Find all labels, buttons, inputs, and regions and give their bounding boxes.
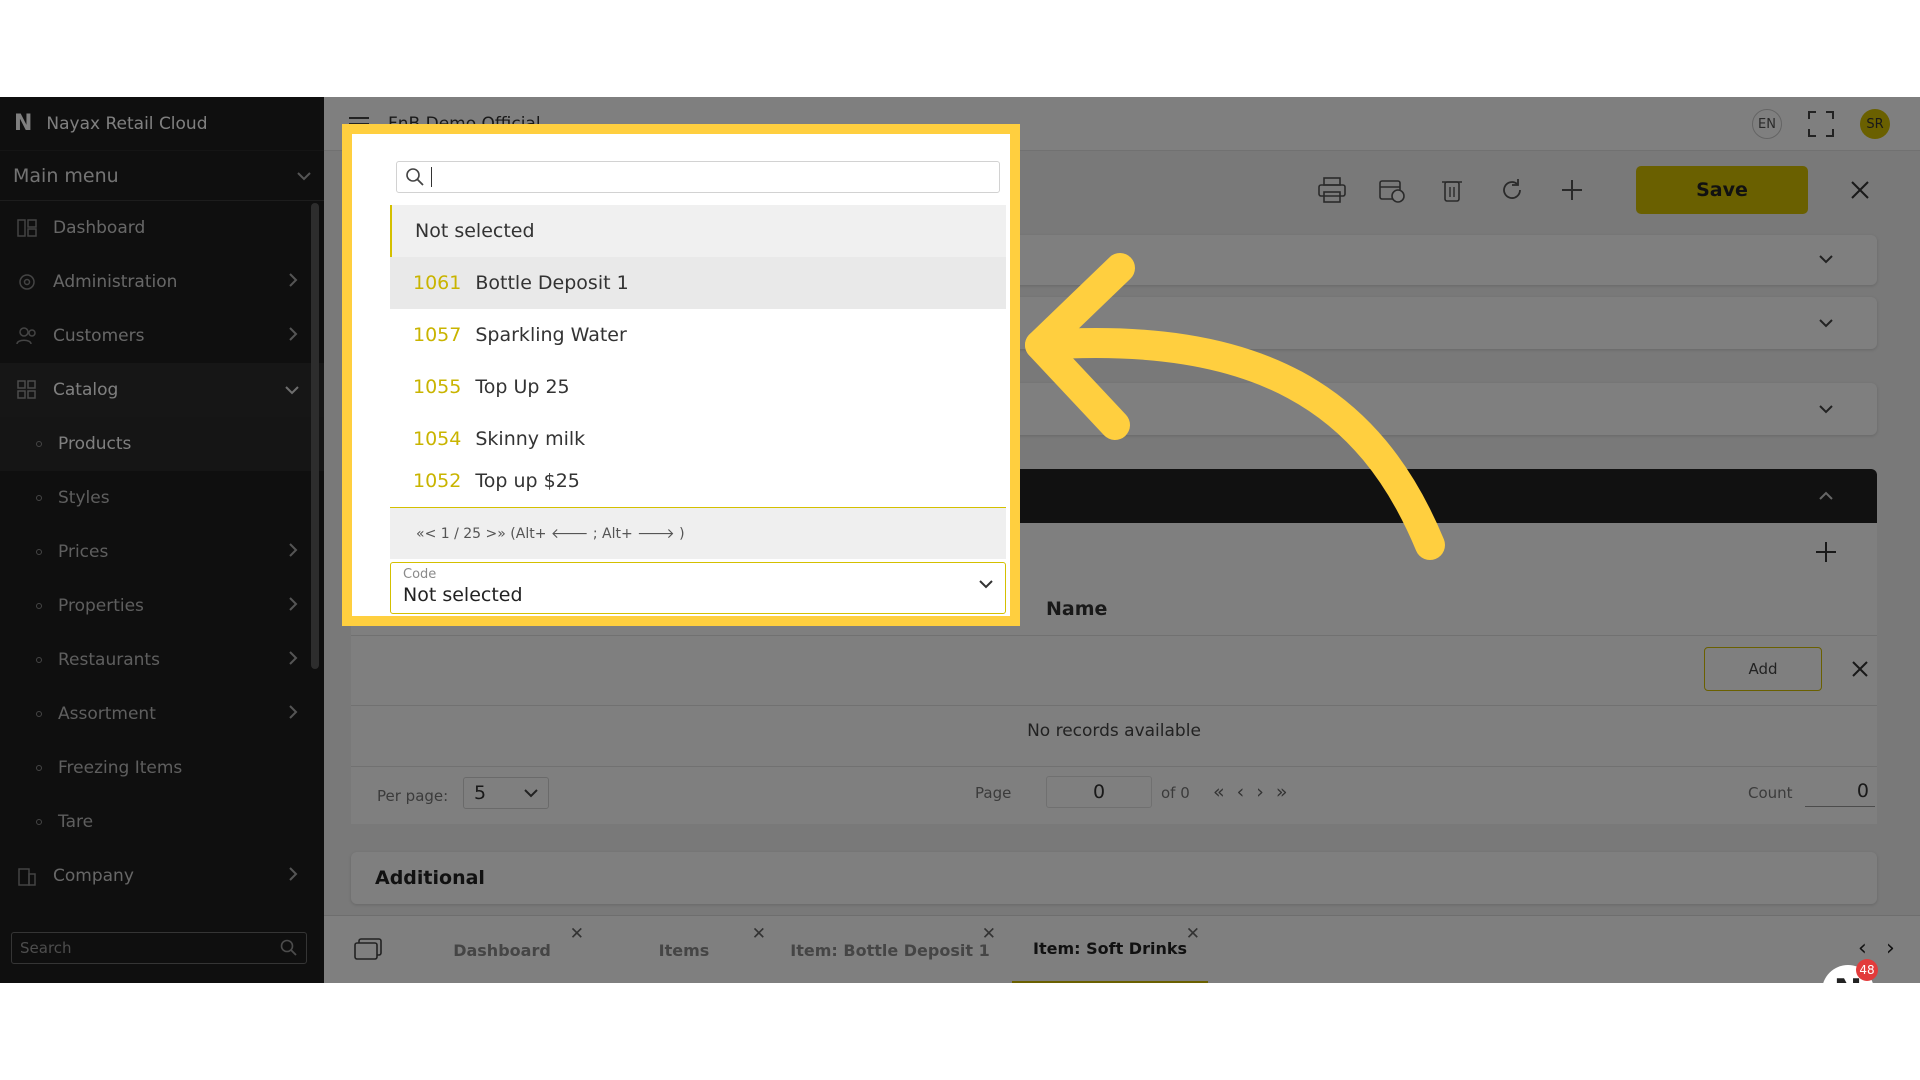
option-not-selected[interactable]: Not selected [390,205,1006,257]
option-label: Not selected [415,220,535,242]
option-label: Top up $25 [475,470,580,492]
option-code: 1057 [413,324,462,346]
option-code: 1061 [413,272,462,294]
code-select-field[interactable]: Code Not selected [390,562,1006,614]
option-1055[interactable]: 1055 Top Up 25 [390,361,1006,413]
option-code: 1052 [413,470,462,492]
text-cursor [431,167,432,187]
notification-badge: 48 [1856,959,1878,981]
option-label: Sparkling Water [475,324,627,346]
dropdown-pager-text: «< 1 / 25 >» (Alt+ 🡐 ; Alt+ 🡒 ) [416,526,685,542]
dropdown-pager[interactable]: «< 1 / 25 >» (Alt+ 🡐 ; Alt+ 🡒 ) [390,507,1006,559]
option-1061[interactable]: 1061 Bottle Deposit 1 [390,257,1006,309]
search-icon [406,168,424,186]
option-code: 1054 [413,428,462,450]
code-field-label: Code [403,567,437,582]
option-1057[interactable]: 1057 Sparkling Water [390,309,1006,361]
nayax-assistant-button[interactable]: N 48 [1822,959,1878,983]
highlight-frame: Not selected 1061 Bottle Deposit 1 1057 Sp… [342,124,1020,626]
dropdown-search-input[interactable] [396,161,1000,193]
code-field-value: Not selected [403,584,523,606]
option-label: Top Up 25 [475,376,570,398]
option-label: Skinny milk [475,428,586,450]
option-code: 1055 [413,376,462,398]
code-dropdown: Not selected 1061 Bottle Deposit 1 1057 Sp… [390,149,1006,614]
option-1052[interactable]: 1052 Top up $25 [390,455,1006,507]
option-label: Bottle Deposit 1 [475,272,629,294]
chevron-down-icon [979,580,993,589]
